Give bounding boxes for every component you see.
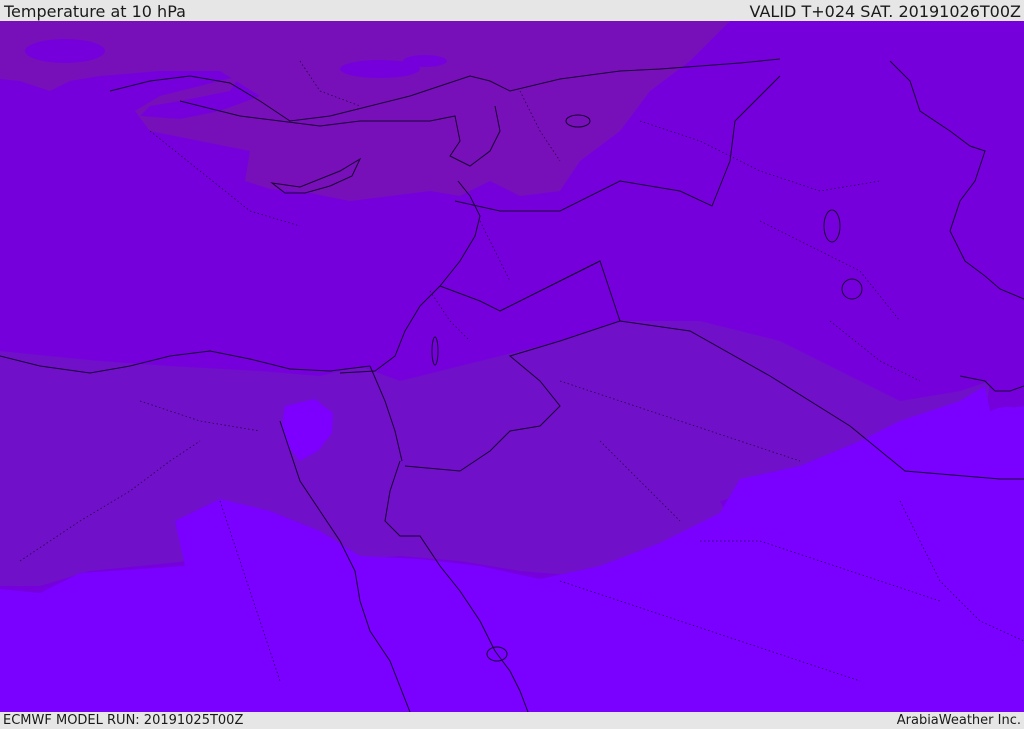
header-bar: Temperature at 10 hPa VALID T+024 SAT. 2…: [0, 0, 1024, 21]
credit: ArabiaWeather Inc.: [896, 713, 1021, 728]
warm-patch-4: [25, 39, 105, 63]
map-title: Temperature at 10 hPa: [4, 2, 186, 21]
model-run: ECMWF MODEL RUN: 20191025T00Z: [3, 713, 244, 728]
valid-time: VALID T+024 SAT. 20191026T00Z: [749, 2, 1021, 21]
warm-patch-3: [113, 179, 137, 191]
footer-bar: ECMWF MODEL RUN: 20191025T00Z ArabiaWeat…: [0, 712, 1024, 729]
warm-patch-2: [403, 55, 447, 67]
weather-map[interactable]: [0, 21, 1024, 712]
